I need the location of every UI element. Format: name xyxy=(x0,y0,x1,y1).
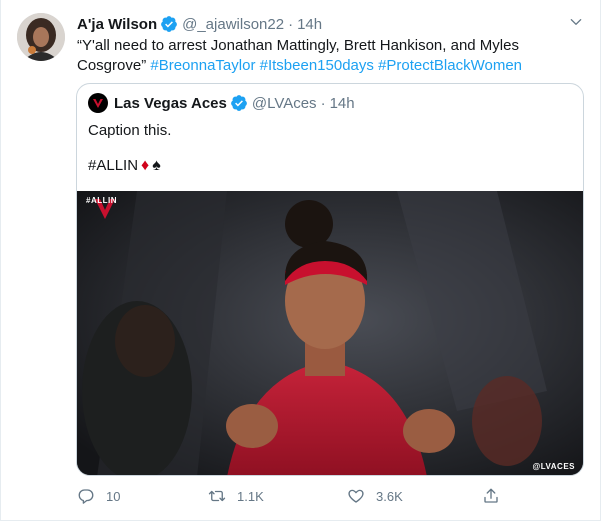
tweet-card[interactable]: A'ja Wilson @_ajawilson22 · 14h “Y'all n… xyxy=(0,0,601,521)
separator: · xyxy=(288,15,294,33)
separator: · xyxy=(320,94,326,112)
more-options-button[interactable] xyxy=(566,12,586,32)
quoted-author-avatar[interactable] xyxy=(88,93,108,113)
tweet-header: A'ja Wilson @_ajawilson22 · 14h xyxy=(77,14,322,34)
author-avatar[interactable] xyxy=(17,13,65,61)
reply-count: 10 xyxy=(106,488,121,504)
quoted-timestamp[interactable]: 14h xyxy=(330,95,355,112)
quoted-author-handle[interactable]: @LVAces xyxy=(252,95,317,112)
author-name[interactable]: A'ja Wilson xyxy=(77,16,157,33)
author-handle[interactable]: @_ajawilson22 xyxy=(182,16,284,33)
verified-badge-icon xyxy=(161,16,177,32)
media-logo-text: #ALLIN xyxy=(86,196,117,205)
photo-illustration xyxy=(77,191,583,475)
quoted-tweet-header: Las Vegas Aces @LVAces · 14h xyxy=(88,93,355,113)
quoted-text-line: #ALLIN ♦ ♠ xyxy=(88,157,161,174)
tweet-timestamp[interactable]: 14h xyxy=(297,16,322,33)
heart-icon xyxy=(348,489,364,503)
retweet-count: 1.1K xyxy=(237,488,264,504)
chevron-down-icon xyxy=(570,18,582,25)
quoted-media-photo[interactable]: #ALLIN @LVACES xyxy=(77,191,583,475)
retweet-button[interactable]: 1.1K xyxy=(208,486,264,506)
like-button[interactable]: 3.6K xyxy=(347,486,403,506)
like-count: 3.6K xyxy=(376,488,403,504)
hashtag-link[interactable]: #BreonnaTaylor xyxy=(150,57,255,74)
quoted-text-line: Caption this. xyxy=(88,122,172,139)
quoted-tweet[interactable]: Las Vegas Aces @LVAces · 14h Caption thi… xyxy=(76,83,584,476)
share-button[interactable] xyxy=(482,486,511,506)
tweet-text: “Y'all need to arrest Jonathan Mattingly… xyxy=(77,36,577,76)
reply-icon xyxy=(78,489,94,504)
retweet-icon xyxy=(208,490,226,502)
tweet-actions: 10 1.1K 3.6K xyxy=(77,486,507,506)
hashtag-link[interactable]: #Itsbeen150days xyxy=(260,57,374,74)
share-icon xyxy=(484,488,498,503)
quoted-hashtag: #ALLIN xyxy=(88,157,139,174)
media-watermark: @LVACES xyxy=(532,462,575,471)
spade-suit-emoji: ♠ xyxy=(152,156,161,174)
reply-button[interactable]: 10 xyxy=(77,486,120,506)
quoted-author-name[interactable]: Las Vegas Aces xyxy=(114,95,227,112)
verified-badge-icon xyxy=(230,95,247,111)
hashtag-link[interactable]: #ProtectBlackWomen xyxy=(378,57,522,74)
diamond-suit-emoji: ♦ xyxy=(141,156,150,174)
